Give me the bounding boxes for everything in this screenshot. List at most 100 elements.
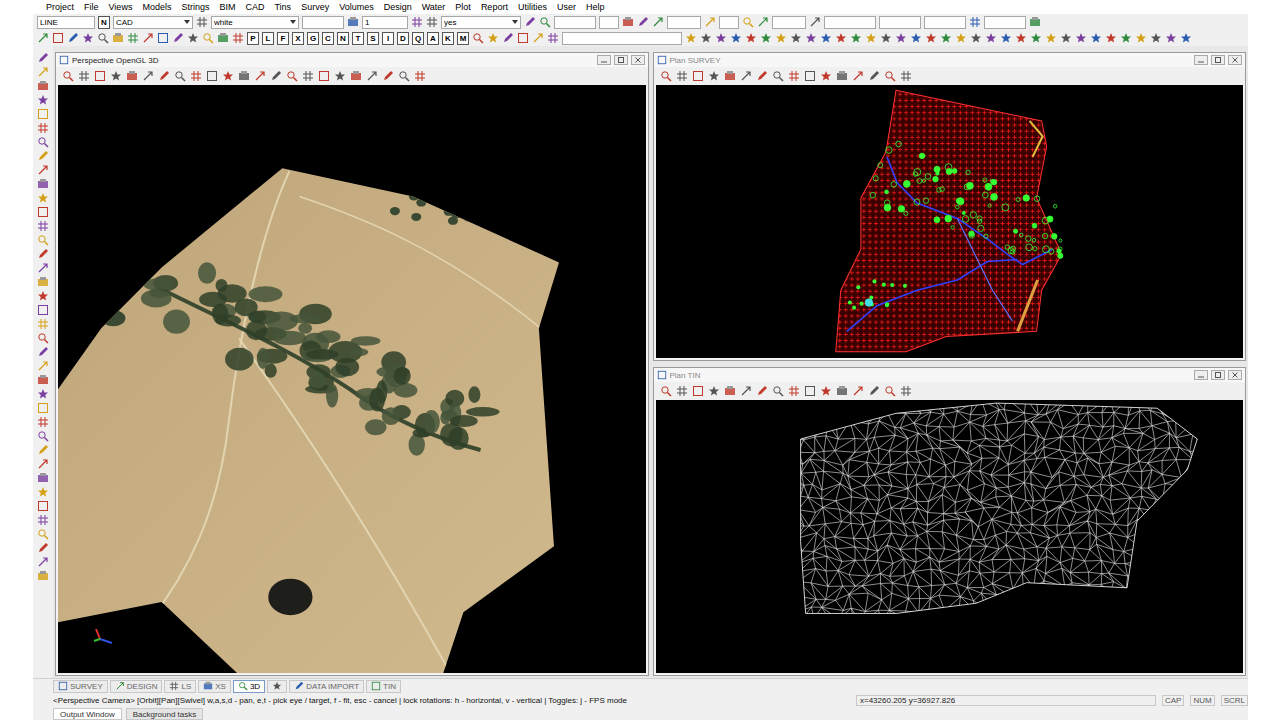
view-tool-icon[interactable]	[836, 385, 848, 397]
menu-item[interactable]: Design	[379, 0, 417, 14]
left-tool-icon[interactable]	[37, 318, 49, 330]
view-tool-icon[interactable]	[286, 70, 298, 82]
toolbar-combo[interactable]: white	[211, 16, 299, 29]
snap-button[interactable]: P	[247, 32, 259, 45]
menu-item[interactable]: Water	[417, 0, 451, 14]
view-tool-icon[interactable]	[900, 70, 912, 82]
menu-item[interactable]: Project	[41, 0, 79, 14]
view-tool-icon[interactable]	[78, 70, 90, 82]
view-tool-icon[interactable]	[868, 70, 880, 82]
view-tool-icon[interactable]	[676, 385, 688, 397]
tool-icon[interactable]	[715, 32, 727, 44]
toolbar-field[interactable]	[879, 16, 921, 29]
view-tab[interactable]: TIN	[366, 680, 401, 693]
toolbar-field[interactable]	[924, 16, 966, 29]
tab-icon[interactable]	[169, 681, 179, 691]
window-icon[interactable]	[657, 55, 667, 65]
minimize-icon[interactable]	[1194, 370, 1208, 380]
tool-icon[interactable]	[172, 32, 184, 44]
dropdown-arrow-icon[interactable]	[290, 20, 296, 24]
tool-icon[interactable]	[1150, 32, 1162, 44]
tool-icon[interactable]	[835, 32, 847, 44]
view-tool-icon[interactable]	[772, 70, 784, 82]
view-tool-icon[interactable]	[414, 70, 426, 82]
view-window[interactable]: Perspective OpenGL 3D	[55, 52, 649, 676]
tool-icon[interactable]	[426, 16, 438, 28]
view-tool-icon[interactable]	[206, 70, 218, 82]
view-tool-icon[interactable]	[724, 385, 736, 397]
maximize-icon[interactable]	[1211, 55, 1225, 65]
view-tool-icon[interactable]	[62, 70, 74, 82]
tool-icon[interactable]	[969, 16, 981, 28]
view-tool-icon[interactable]	[222, 70, 234, 82]
left-tool-icon[interactable]	[37, 486, 49, 498]
toolbar-field[interactable]	[599, 16, 619, 29]
snap-button[interactable]: S	[367, 32, 379, 45]
output-tab[interactable]: Output Window	[53, 708, 122, 720]
toolbar-field[interactable]	[824, 16, 876, 29]
view-canvas[interactable]	[58, 85, 646, 673]
view-tool-icon[interactable]	[820, 70, 832, 82]
left-tool-icon[interactable]	[37, 332, 49, 344]
left-tool-icon[interactable]	[37, 458, 49, 470]
view-tool-icon[interactable]	[110, 70, 122, 82]
left-tool-icon[interactable]	[37, 192, 49, 204]
tool-icon[interactable]	[67, 32, 79, 44]
tool-icon[interactable]	[196, 16, 208, 28]
tab-icon[interactable]	[272, 681, 282, 691]
tab-icon[interactable]	[294, 681, 304, 691]
perspective-3d-drawing[interactable]	[58, 85, 646, 673]
tool-icon[interactable]	[1165, 32, 1177, 44]
menu-item[interactable]: Views	[104, 0, 138, 14]
toolbar-field[interactable]	[984, 16, 1026, 29]
tool-icon[interactable]	[472, 32, 484, 44]
tool-icon[interactable]	[82, 32, 94, 44]
view-tool-icon[interactable]	[884, 70, 896, 82]
view-tool-icon[interactable]	[804, 70, 816, 82]
left-tool-icon[interactable]	[37, 360, 49, 372]
toolbar-field[interactable]	[719, 16, 739, 29]
view-canvas[interactable]	[656, 400, 1244, 673]
tool-icon[interactable]	[895, 32, 907, 44]
left-tool-icon[interactable]	[37, 374, 49, 386]
tool-icon[interactable]	[880, 32, 892, 44]
menu-item[interactable]: File	[79, 0, 104, 14]
view-window[interactable]: Plan TIN	[653, 367, 1247, 676]
left-tool-icon[interactable]	[37, 66, 49, 78]
view-tool-icon[interactable]	[318, 70, 330, 82]
tool-icon[interactable]	[775, 32, 787, 44]
view-tool-icon[interactable]	[398, 70, 410, 82]
tool-icon[interactable]	[622, 16, 634, 28]
view-tool-icon[interactable]	[190, 70, 202, 82]
view-tool-icon[interactable]	[900, 385, 912, 397]
maximize-icon[interactable]	[614, 55, 628, 65]
tool-icon[interactable]	[704, 16, 716, 28]
view-tool-icon[interactable]	[740, 385, 752, 397]
view-tool-icon[interactable]	[708, 385, 720, 397]
snap-button[interactable]: L	[262, 32, 274, 45]
close-icon[interactable]	[631, 55, 645, 65]
tool-icon[interactable]	[524, 16, 536, 28]
tool-icon[interactable]	[865, 32, 877, 44]
tab-icon[interactable]	[115, 681, 125, 691]
left-tool-icon[interactable]	[37, 108, 49, 120]
tool-icon[interactable]	[37, 32, 49, 44]
toolbar-combo[interactable]: yes	[441, 16, 521, 29]
tool-icon[interactable]	[142, 32, 154, 44]
left-tool-icon[interactable]	[37, 276, 49, 288]
snap-button[interactable]: G	[307, 32, 319, 45]
view-tool-icon[interactable]	[820, 385, 832, 397]
dropdown-arrow-icon[interactable]	[184, 20, 190, 24]
tab-icon[interactable]	[58, 681, 68, 691]
tool-icon[interactable]	[700, 32, 712, 44]
snap-button[interactable]: I	[382, 32, 394, 45]
view-tool-icon[interactable]	[238, 70, 250, 82]
left-tool-icon[interactable]	[37, 234, 49, 246]
menu-item[interactable]: Report	[476, 0, 513, 14]
search-field[interactable]	[562, 32, 682, 45]
tool-icon[interactable]	[1029, 16, 1041, 28]
left-tool-icon[interactable]	[37, 528, 49, 540]
output-tab[interactable]: Background tasks	[126, 708, 204, 720]
left-tool-icon[interactable]	[37, 164, 49, 176]
view-tool-icon[interactable]	[756, 385, 768, 397]
